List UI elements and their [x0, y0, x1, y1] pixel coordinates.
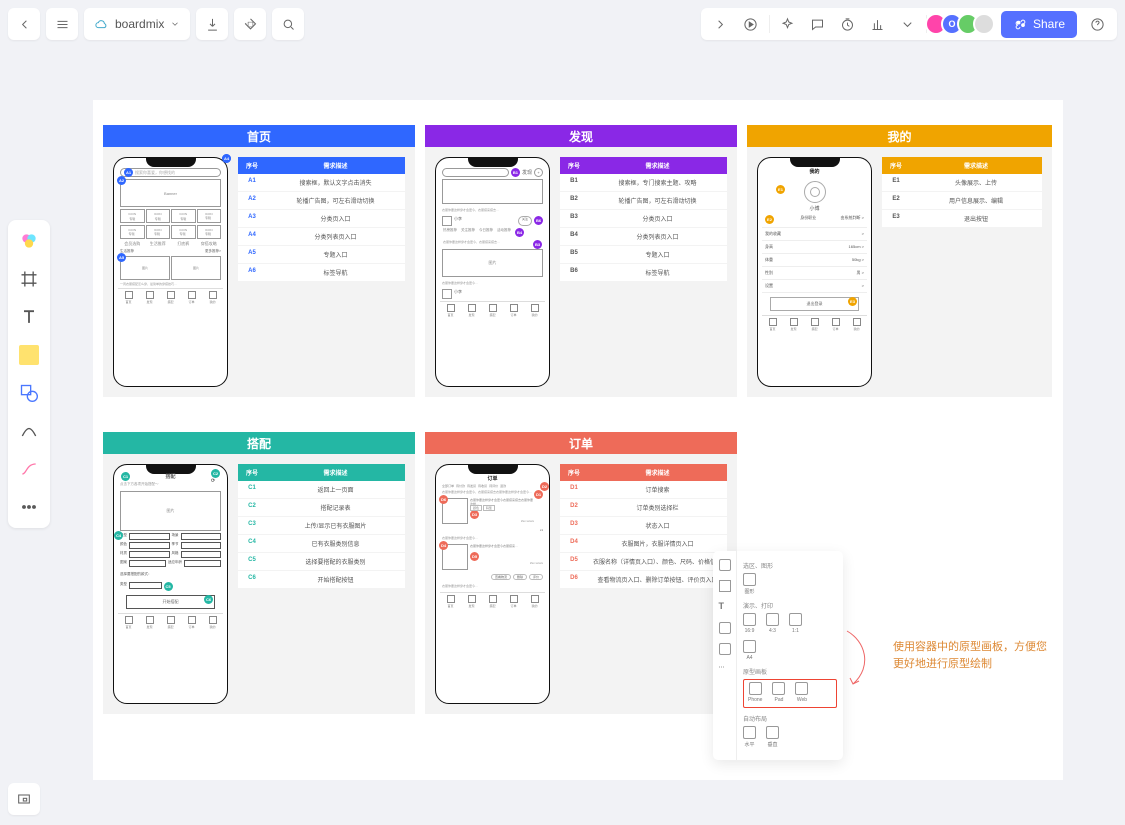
- search-input: A1 搜索你喜爱，你想找的: [120, 168, 221, 177]
- phone-mock-order[interactable]: 订单 D2全部订单待付款待发货待收货待评价退款 衣服你要这样穿才会更今，衣服搭来…: [435, 464, 550, 704]
- tools-sidebar: [8, 220, 50, 528]
- more-icon[interactable]: [894, 10, 922, 38]
- section-header[interactable]: 搭配: [103, 432, 415, 454]
- side-line-icon[interactable]: [719, 643, 731, 655]
- more-tools[interactable]: [16, 494, 42, 520]
- section-header[interactable]: 订单: [425, 432, 737, 454]
- phone-mock-discover[interactable]: B1 发现 + 衣服你要这样穿才会更今，衣服搭来搭去… 小李关注B6 热榜推荐关…: [435, 157, 550, 387]
- req-table-combo: 序号需求描述C1返回上一页面C2搭配记录表C3上传/显示已有衣服图片C4已有衣服…: [238, 464, 405, 589]
- phone-mock-mine[interactable]: 我的 E1 小博 E2身份职业由系统判断 >我的收藏>身高165cm >体重50…: [757, 157, 872, 387]
- chart-icon[interactable]: [864, 10, 892, 38]
- frame-presets-panel[interactable]: T ⋯ 选区、图形 图形 演示、打印 16:94:31:1 A4 原型画板 Ph…: [713, 551, 843, 760]
- section-header[interactable]: 我的: [747, 125, 1052, 147]
- section-header[interactable]: 发现: [425, 125, 737, 147]
- instruction-text: 使用容器中的原型画板，方便您更好地进行原型绘制: [893, 639, 1053, 672]
- tag-button[interactable]: [234, 8, 266, 40]
- req-table-home: 序号需求描述A1搜索框，默认文字点击消失A2轮播广告图，可左右滑动切换A3分类页…: [238, 157, 405, 282]
- search-button[interactable]: [272, 8, 304, 40]
- minimap-button[interactable]: [8, 783, 40, 815]
- comment-icon[interactable]: [804, 10, 832, 38]
- pen-tool[interactable]: [16, 418, 42, 444]
- timer-icon[interactable]: [834, 10, 862, 38]
- phone-mock-home[interactable]: A1 搜索你喜爱，你想找的 BannerA2 ICON专辑ICON专辑ICON专…: [113, 157, 228, 387]
- connector-tool[interactable]: [16, 456, 42, 482]
- sticky-tool[interactable]: [16, 342, 42, 368]
- expand-icon[interactable]: [707, 10, 735, 38]
- req-table-order: 序号需求描述D1订单搜索D2订单类别选择栏D3状态入口D4衣服图片，衣服详情页入…: [560, 464, 727, 589]
- chevron-down-icon: [170, 19, 180, 29]
- back-button[interactable]: [8, 8, 40, 40]
- side-frame-icon[interactable]: [719, 580, 731, 592]
- document-name[interactable]: boardmix: [84, 8, 190, 40]
- collaborator-avatars[interactable]: O: [931, 13, 995, 35]
- side-text-icon[interactable]: T: [719, 601, 731, 613]
- phone-mock-combo[interactable]: C1搭配C2 ⟳ 点击下方各项开始搭配～ 图片 C4类型场景颜色季节材质风格图案…: [113, 464, 228, 704]
- side-dots-icon[interactable]: ⋯: [719, 664, 731, 676]
- help-icon[interactable]: [1083, 10, 1111, 38]
- side-rect-icon[interactable]: [719, 559, 731, 571]
- canvas[interactable]: 首页 A1 搜索你喜爱，你想找的 BannerA2 ICON专辑ICON专辑IC…: [93, 100, 1063, 780]
- section-header[interactable]: 首页: [103, 125, 415, 147]
- tabbar: 首页发现搭配订单我的: [118, 288, 223, 304]
- req-table-mine: 序号需求描述E1头像展示、上传E2用户信息展示、编辑E3退出按钮: [882, 157, 1042, 228]
- share-button[interactable]: Share: [1001, 11, 1077, 38]
- frame-tool[interactable]: [16, 266, 42, 292]
- magic-icon[interactable]: [774, 10, 802, 38]
- text-tool[interactable]: [16, 304, 42, 330]
- import-button[interactable]: [196, 8, 228, 40]
- cloud-icon: [94, 17, 109, 32]
- shape-tool[interactable]: [16, 380, 42, 406]
- doc-title: boardmix: [115, 17, 164, 31]
- side-layers-icon[interactable]: [719, 622, 731, 634]
- play-icon[interactable]: [737, 10, 765, 38]
- prototype-frames-group[interactable]: PhonePadWeb: [743, 679, 837, 708]
- menu-button[interactable]: [46, 8, 78, 40]
- logo-icon[interactable]: [16, 228, 42, 254]
- req-table-discover: 序号需求描述B1搜索框，专门搜索主题、攻略B2轮播广告图，可左右滑动切换B3分类…: [560, 157, 727, 282]
